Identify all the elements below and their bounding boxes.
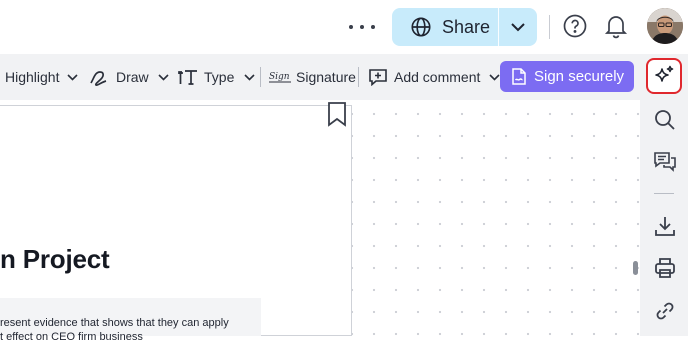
share-button[interactable]: Share [392, 8, 498, 46]
annotation-toolbar: Highlight Draw Type Sign Signature Add c… [0, 54, 640, 100]
comments-icon [654, 152, 676, 172]
secure-document-icon [512, 68, 526, 85]
share-label: Share [442, 16, 491, 37]
sign-securely-button[interactable]: Sign securely [500, 61, 634, 92]
toolbar-divider [260, 67, 261, 87]
download-button[interactable] [652, 213, 678, 239]
ai-assistant-button[interactable] [646, 58, 682, 94]
avatar[interactable] [647, 8, 683, 44]
signature-icon: Sign [269, 72, 291, 83]
add-comment-label: Add comment [394, 69, 481, 85]
top-bar: Share [0, 0, 688, 54]
more-options-icon[interactable] [349, 23, 375, 31]
document-heading: n Project [0, 244, 110, 274]
print-icon [655, 258, 675, 278]
type-label: Type [204, 69, 235, 85]
document-body-line: t effect on CEO firm business [0, 331, 143, 343]
avatar-image [647, 8, 683, 44]
chevron-down-icon [244, 73, 255, 81]
chevron-down-icon [511, 22, 525, 31]
text-type-icon [178, 70, 197, 85]
print-button[interactable] [652, 255, 678, 281]
globe-icon [411, 17, 431, 37]
rail-divider [654, 193, 674, 194]
help-icon[interactable] [563, 14, 587, 38]
header-divider [549, 15, 550, 39]
add-comment-icon [369, 69, 387, 86]
signature-tool[interactable]: Sign Signature [268, 54, 356, 100]
copy-link-button[interactable] [652, 298, 678, 324]
download-icon [655, 217, 675, 236]
highlight-label: Highlight [5, 69, 60, 85]
search-button[interactable] [652, 107, 678, 133]
draw-icon [90, 71, 107, 86]
signature-label: Signature [296, 69, 356, 85]
right-sidebar [640, 54, 688, 336]
draw-tool[interactable]: Draw [89, 54, 169, 100]
document-body-line: resent evidence that shows that they can… [0, 317, 229, 329]
vertical-scrollbar[interactable] [633, 261, 638, 275]
toolbar-divider [358, 67, 359, 87]
type-tool[interactable]: Type [178, 54, 255, 100]
share-divider [498, 8, 499, 46]
bookmark-icon[interactable] [327, 101, 347, 127]
chevron-down-icon [67, 73, 79, 81]
sign-securely-label: Sign securely [534, 68, 625, 85]
add-comment-tool[interactable]: Add comment [368, 54, 500, 100]
chevron-down-icon [489, 73, 500, 81]
share-dropdown-button[interactable] [499, 8, 537, 46]
highlight-tool[interactable]: Highlight [5, 54, 79, 100]
signature-glyph: Sign [269, 72, 290, 82]
share-button-group: Share [392, 8, 537, 46]
link-icon [656, 302, 674, 320]
draw-label: Draw [116, 69, 149, 85]
search-icon [655, 110, 675, 130]
chevron-down-icon [158, 73, 169, 81]
comments-button[interactable] [652, 149, 678, 175]
ai-sparkle-icon [655, 65, 674, 82]
bell-icon[interactable] [604, 13, 628, 39]
